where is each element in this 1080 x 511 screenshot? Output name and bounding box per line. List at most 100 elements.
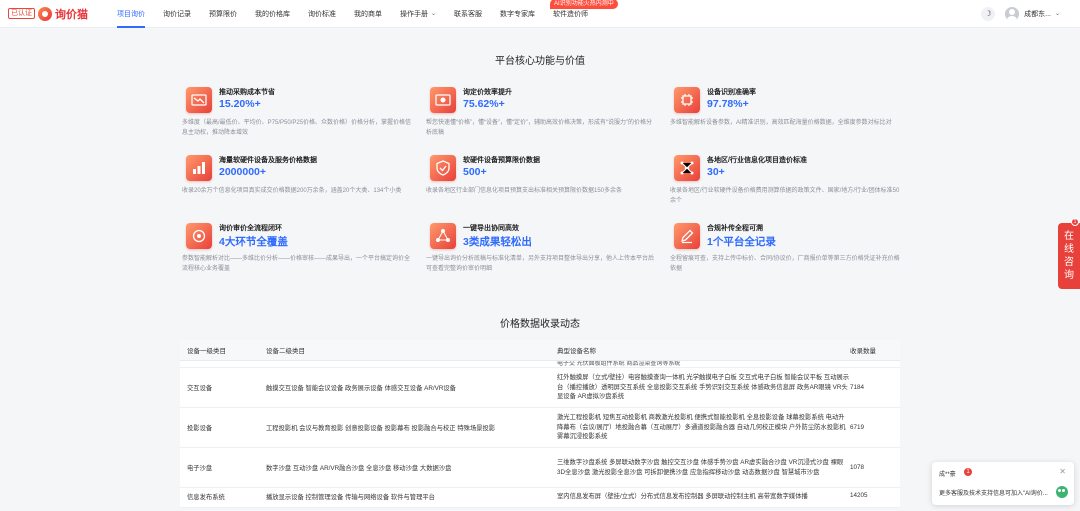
trend-down-icon (186, 87, 212, 113)
close-icon[interactable]: ✕ (1059, 467, 1066, 476)
feature-value: 97.78%+ (707, 98, 749, 110)
dynamics-section-title: 价格数据收录动态 (500, 319, 580, 330)
feature-desc: 一键导出询价分析底稿与标准化清单，另外支持项目整体导出分享，他人上传本平台后可查… (426, 256, 655, 272)
top-header: 已认证 询价猫 项目询价 询价记录 预算限价 我的价格库 询价标准 我的商单 操… (0, 0, 1080, 28)
cell-count: 1078 (850, 464, 865, 471)
nav-item-budget-limit[interactable]: 预算限价 (200, 0, 246, 28)
nav-label: 预算限价 (209, 10, 237, 18)
table-row-partial: 电子交 光伏面板组件系统 商品渲染查询等系统 (180, 361, 900, 368)
nav-item-inquiry-records[interactable]: 询价记录 (154, 0, 200, 28)
consult-char: 在 (1064, 231, 1074, 242)
col-header: 收录数量 (850, 348, 876, 355)
logo-badge: 已认证 (8, 8, 35, 19)
consult-char: 线 (1064, 244, 1074, 255)
main-nav: 项目询价 询价记录 预算限价 我的价格库 询价标准 我的商单 操作手册 ⌄ 联系客… (108, 0, 618, 28)
avatar[interactable] (1005, 6, 1020, 21)
feature-title: 一键导出协同高效 (463, 225, 519, 232)
logo-text: 询价猫 (55, 8, 88, 21)
cell-count: 6719 (850, 424, 865, 431)
feature-value: 1个平台全记录 (707, 236, 776, 248)
nav-label: 询价记录 (163, 10, 191, 18)
nav-item-software-estimator[interactable]: AI识别功能火热内测中 软件造价师 (544, 0, 618, 28)
chat-sender: 成**豪 (939, 472, 956, 478)
feature-title: 询价审价全流程闭环 (219, 225, 282, 232)
feature-value: 2000000+ (219, 166, 267, 178)
nav-label: 我的价格库 (255, 10, 290, 18)
feature-title: 海量软硬件设备及服务价格数据 (219, 157, 317, 164)
table-row: 投影设备 工程投影机 会议与教育投影 创意投影设备 投影幕布 投影融合与校正 特… (180, 408, 900, 448)
table-header: 设备一级类目 设备二级类目 典型设备名称 收录数量 (180, 340, 900, 361)
header-right: ☽ 成都东... ⌄ (981, 6, 1060, 21)
chat-unread-badge: 1 (964, 468, 972, 476)
feature-card: 询定价效率提升 75.62%+ 帮您快速懂“价格”，懂“设备”，懂“定价”，辅助… (424, 85, 668, 142)
nav-item-customer-service[interactable]: 联系客服 (445, 0, 491, 28)
feature-grid: 推动采购成本节省 15.20%+ 多维度（最高/最低价、平均价、P75/P50/… (180, 85, 900, 278)
nav-label: 软件造价师 (553, 10, 589, 18)
nav-label: 操作手册 (400, 10, 428, 18)
cell-cat1: 电子沙盘 (187, 465, 213, 472)
cell-cat2: 数字沙盘 互动沙盘 AR/VR融合沙盘 全息沙盘 移动沙盘 大数据沙盘 (266, 465, 452, 472)
feature-card: 一键导出协同高效 3类成果轻松出 一键导出询价分析底稿与标准化清单，另外支持项目… (424, 221, 668, 278)
moon-icon[interactable]: ☽ (981, 6, 996, 21)
feature-title: 软硬件设备预算限价数据 (463, 157, 540, 164)
cell-names: 激光工程投影机 短焦互动投影机 商教激光投影机 便携式智能投影机 全息投影设备 … (557, 414, 846, 441)
nav-item-my-price-library[interactable]: 我的价格库 (246, 0, 299, 28)
cell-cat1: 信息发布系统 (187, 494, 225, 501)
feature-card: 询价审价全流程闭环 4大环节全覆盖 参数智能解析对比——多维比价分析——价格审核… (180, 221, 424, 278)
feature-desc: 帮您快速懂“价格”，懂“设备”，懂“定价”，辅助高效价格决策，形成有“说服力”的… (426, 120, 652, 136)
network-icon (674, 155, 700, 181)
feature-desc: 参数智能解析对比——多维比价分析——价格审核——成果导出，一个平台搞定询价全流程… (182, 256, 411, 272)
nav-item-inquiry-standards[interactable]: 询价标准 (299, 0, 345, 28)
feature-desc: 全程留痕可查，支持上传中标价、合同/协议价，厂商报价单等第三方价格凭证补充价格依… (670, 256, 900, 272)
consult-char: 询 (1064, 270, 1074, 281)
cell-cat2: 工程投影机 会议与教育投影 创意投影设备 投影幕布 投影融合与校正 特殊场景投影 (266, 425, 496, 432)
nav-item-my-orders[interactable]: 我的商单 (345, 0, 391, 28)
cell-cat1: 交互设备 (187, 385, 213, 392)
consult-char: 咨 (1064, 257, 1074, 268)
feature-card: 软硬件设备预算限价数据 500+ 收录各地区行业部门信息化项目预算支出标准相关预… (424, 153, 668, 210)
feature-value: 3类成果轻松出 (463, 236, 532, 248)
nav-item-project-inquiry[interactable]: 项目询价 (108, 0, 154, 28)
nav-item-user-manual[interactable]: 操作手册 ⌄ (391, 0, 445, 28)
feature-card: 海量软硬件设备及服务价格数据 2000000+ 收录20余万个信息化项目真实成交… (180, 153, 424, 210)
user-name[interactable]: 成都东... (1024, 9, 1051, 19)
feature-value: 4大环节全覆盖 (219, 236, 288, 248)
nav-label: 数字专家库 (500, 10, 536, 18)
feature-card: 设备识别准确率 97.78%+ 多维智能解析设备参数，AI精准识别，高效匹配海量… (668, 85, 900, 142)
table-row: 交互设备 触摸交互设备 智能会议设备 政务展示设备 体感交互设备 AR/VR设备… (180, 368, 900, 408)
nav-label: 联系客服 (454, 10, 483, 18)
nav-label: 我的商单 (354, 10, 382, 18)
feature-title: 推动采购成本节省 (219, 89, 275, 96)
table-row: 电子沙盘 数字沙盘 互动沙盘 AR/VR融合沙盘 全息沙盘 移动沙盘 大数据沙盘… (180, 448, 900, 488)
cell-cat2: 触摸交互设备 智能会议设备 政务展示设备 体感交互设备 AR/VR设备 (266, 385, 456, 392)
chevron-down-icon[interactable]: ⌄ (1055, 10, 1060, 17)
col-header: 设备一级类目 (187, 348, 226, 355)
feature-desc: 收录各地区/行业软硬件设备价格费用测算依据的政策文件、国家/地方/行业/团体标准… (670, 188, 900, 204)
core-section-title: 平台核心功能与价值 (495, 56, 585, 67)
feature-desc: 多维智能解析设备参数，AI精准识别，高效匹配海量价格数据，全维度参数对标比对 (670, 120, 892, 126)
price-data-table: 设备一级类目 设备二级类目 典型设备名称 收录数量 电子交 光伏面板组件系统 商… (180, 340, 900, 508)
cell-cat2: 播放显示设备 控制管理设备 传输与网络设备 软件与管理平台 (266, 494, 435, 501)
chat-popup[interactable]: 成**豪 1 ✕ 更多客服及技术支持信息可加入"AI询价... (932, 462, 1074, 505)
feature-title: 合规补传全程可溯 (707, 225, 763, 232)
chevron-down-icon: ⌄ (431, 11, 437, 17)
feature-title: 各地区/行业信息化项目造价标准 (707, 157, 807, 164)
online-consult-button[interactable]: 在 线 咨 询 (1058, 223, 1080, 289)
cell-count: 7184 (850, 384, 865, 391)
nav-label: 项目询价 (117, 10, 145, 18)
main-content: 平台核心功能与价值 推动采购成本节省 15.20%+ 多维度（最高/最低价、平均… (0, 29, 1080, 511)
share-icon (430, 223, 456, 249)
feature-desc: 多维度（最高/最低价、平均价、P75/P50/P25价格、众数价格）价格分析，掌… (182, 120, 412, 136)
nav-item-expert-library[interactable]: 数字专家库 (491, 0, 544, 28)
brand-logo[interactable]: 已认证 询价猫 (8, 6, 88, 22)
chip-icon (674, 87, 700, 113)
feature-title: 设备识别准确率 (707, 89, 756, 96)
ai-beta-badge: AI识别功能火热内测中 (550, 0, 618, 9)
cell-names: 红外触摸屏（立式/壁挂）电容触摸查询一体机 光学触摸电子白板 交互式电子白板 智… (557, 374, 850, 401)
chat-message: 更多客服及技术支持信息可加入"AI询价... (939, 491, 1048, 497)
feature-value: 75.62%+ (463, 98, 505, 110)
loop-icon (186, 223, 212, 249)
logo-mark-icon (38, 6, 52, 21)
feature-title: 询定价效率提升 (463, 89, 512, 96)
cell-count: 14205 (850, 492, 868, 499)
